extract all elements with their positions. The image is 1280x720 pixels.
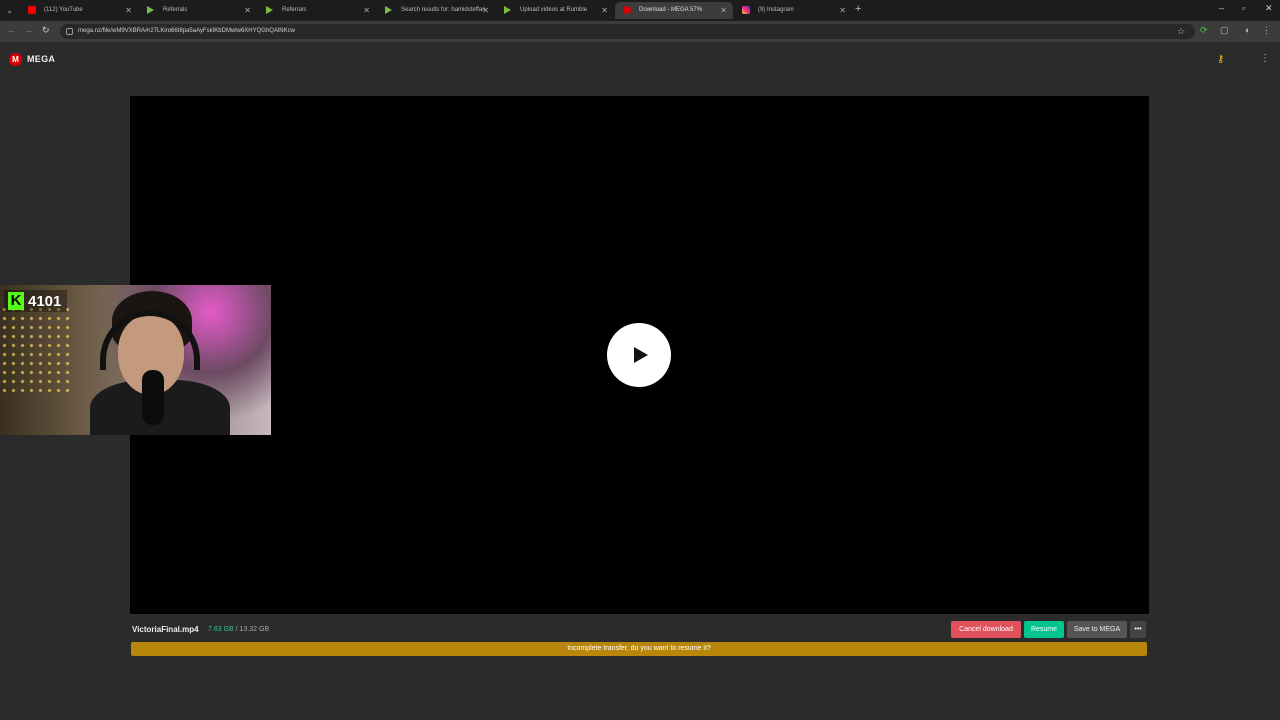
url-text: mega.nz/file/wM9VXBRA#r27LKiro66I8pa5aAy…	[78, 28, 295, 34]
tab-title: (112) YouTube	[44, 7, 83, 13]
more-actions-button[interactable]: •••	[1130, 621, 1146, 638]
viewer-count-badge: K 4101	[4, 290, 68, 312]
tab-title: Referrals	[282, 7, 307, 13]
viewer-count: 4101	[28, 292, 62, 310]
resume-button[interactable]: Resume	[1024, 621, 1064, 638]
download-progress: 7.63 GB / 13.32 GB	[208, 625, 269, 635]
extension-icon[interactable]: ⟳	[1200, 25, 1208, 36]
browser-menu-icon[interactable]: ⋮	[1262, 25, 1271, 36]
tab-search-results[interactable]: Search results for: hamidsteffan ✕	[377, 2, 495, 19]
address-bar[interactable]: mega.nz/file/wM9VXBRA#r27LKiro66I8pa5aAy…	[60, 24, 1195, 39]
cancel-download-button[interactable]: Cancel download	[951, 621, 1021, 638]
brand-name[interactable]: MEGA	[27, 53, 55, 66]
new-tab-plus-icon[interactable]: +	[855, 3, 861, 15]
more-options-icon[interactable]: ⋮	[1260, 53, 1270, 64]
tab-title: Referrals	[163, 7, 188, 13]
tab-close-icon[interactable]: ✕	[363, 2, 370, 19]
tab-title: Search results for: hamidsteffan	[401, 7, 486, 13]
webcam-overlay: K 4101	[0, 285, 271, 435]
tab-referrals-2[interactable]: Referrals ✕	[258, 2, 376, 19]
tab-referrals-1[interactable]: Referrals ✕	[139, 2, 257, 19]
youtube-icon	[28, 6, 36, 14]
tab-close-icon[interactable]: ✕	[125, 2, 132, 19]
extensions-puzzle-icon[interactable]: ▢	[1220, 25, 1229, 36]
rumble-icon	[147, 6, 154, 14]
save-to-mega-button[interactable]: Save to MEGA	[1067, 621, 1127, 638]
downloaded-size: 7.63 GB	[208, 626, 234, 633]
tab-close-icon[interactable]: ✕	[244, 2, 251, 19]
bookmark-star-icon[interactable]: ☆	[1177, 24, 1185, 39]
tab-close-icon[interactable]: ✕	[839, 2, 846, 19]
key-icon[interactable]: ⚷	[1217, 54, 1224, 65]
rumble-icon	[385, 6, 392, 14]
string-lights	[0, 305, 70, 395]
tab-title: Download - MEGA 57%	[639, 7, 703, 13]
total-size: 13.32 GB	[239, 626, 270, 633]
mega-logo-icon[interactable]: M	[9, 53, 22, 66]
tab-youtube[interactable]: (112) YouTube ✕	[20, 2, 138, 19]
tab-upload-rumble[interactable]: Upload videos at Rumble ✕	[496, 2, 614, 19]
rumble-icon	[266, 6, 273, 14]
file-name: VictoriaFinal.mp4	[132, 625, 199, 634]
restore-icon[interactable]: ▫	[1242, 3, 1245, 13]
mega-icon	[623, 6, 631, 14]
tab-close-icon[interactable]: ✕	[482, 2, 489, 19]
tab-close-icon[interactable]: ✕	[601, 2, 608, 19]
site-info-icon[interactable]	[66, 28, 73, 35]
tab-instagram[interactable]: (9) Instagram ✕	[734, 2, 852, 19]
rumble-icon	[504, 6, 511, 14]
play-icon[interactable]	[607, 323, 671, 387]
profile-avatar-icon[interactable]: ◐	[1245, 25, 1250, 35]
tab-mega-download[interactable]: Download - MEGA 57% ✕	[615, 2, 733, 19]
minimize-icon[interactable]: –	[1219, 3, 1224, 13]
forward-arrow-icon[interactable]: →	[24, 25, 33, 35]
back-arrow-icon[interactable]: ←	[7, 25, 16, 35]
microphone	[142, 370, 164, 425]
window-close-icon[interactable]: ✕	[1265, 3, 1273, 14]
tab-title: (9) Instagram	[758, 7, 794, 13]
incomplete-transfer-banner: Incomplete transfer, do you want to resu…	[131, 642, 1147, 656]
tab-strip: ⌄ (112) YouTube ✕ Referrals ✕ Referrals …	[0, 0, 1280, 21]
kick-logo-icon: K	[8, 292, 24, 310]
browser-toolbar: ← → ↻ mega.nz/file/wM9VXBRA#r27LKiro66I8…	[0, 21, 1280, 42]
reload-icon[interactable]: ↻	[42, 25, 50, 36]
tab-title: Upload videos at Rumble	[520, 7, 588, 13]
tab-search-chevron-icon[interactable]: ⌄	[3, 4, 16, 17]
tab-close-icon[interactable]: ✕	[720, 2, 727, 19]
instagram-icon	[742, 6, 750, 14]
size-separator: /	[235, 626, 238, 633]
